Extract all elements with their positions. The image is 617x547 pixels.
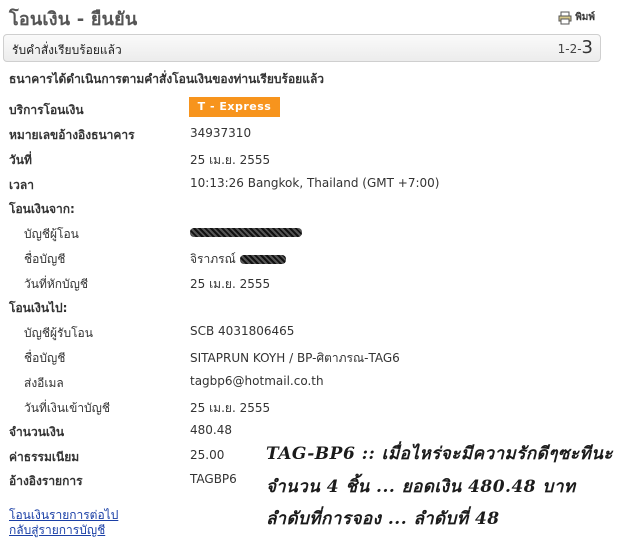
back-to-accounts-link[interactable]: กลับสู่รายการบัญชี [9,523,118,538]
note-ref-value: TAGBP6 [190,472,237,486]
debit-date-row: วันที่หักบัญชี 25 เม.ย. 2555 [0,275,617,295]
note-ref-label: อ้างอิงรายการ [9,474,83,488]
to-email-value: tagbp6@hotmail.co.th [190,374,324,388]
to-account-row: บัญชีผู้รับโอน SCB 4031806465 [0,324,617,344]
debit-date-value: 25 เม.ย. 2555 [190,277,271,291]
confirmation-notice: ธนาคารได้ดำเนินการตามคำสั่งโอนเงินของท่า… [9,72,325,86]
from-name-value: จิราภรณ์ [190,250,286,269]
handwritten-note-line2: จำนวน 4 ชิ้น ... ยอดเงิน 480.48 บาท [266,477,576,497]
from-heading-row: โอนเงินจาก: [0,200,617,220]
date-label: วันที่ [9,153,32,167]
print-label: พิมพ์ [575,12,595,23]
status-message: รับคำสั่งเรียบร้อยแล้ว [12,43,122,57]
to-heading: โอนเงินไป: [9,301,68,315]
time-label: เวลา [9,178,34,192]
to-account-value: SCB 4031806465 [190,324,295,338]
date-value: 25 เม.ย. 2555 [190,153,271,167]
status-bar: รับคำสั่งเรียบร้อยแล้ว 1-2-3 [3,34,601,62]
service-label: บริการโอนเงิน [9,103,84,117]
credit-date-value: 25 เม.ย. 2555 [190,401,271,415]
service-badge: T - Express [189,97,280,117]
debit-date-label: วันที่หักบัญชี [24,277,89,291]
credit-date-row: วันที่เงินเข้าบัญชี 25 เม.ย. 2555 [0,399,617,419]
page-title: โอนเงิน - ยืนยัน [9,9,138,30]
step-current: 3 [581,37,593,58]
amount-label: จำนวนเงิน [9,425,65,439]
to-heading-row: โอนเงินไป: [0,299,617,319]
reference-value: 34937310 [190,126,252,140]
from-name-redacted [239,255,286,264]
date-row: วันที่ 25 เม.ย. 2555 [0,151,617,171]
action-links: โอนเงินรายการต่อไป กลับสู่รายการบัญชี [9,508,118,538]
from-account-label: บัญชีผู้โอน [24,227,79,241]
fee-label: ค่าธรรมเนียม [9,450,80,464]
from-heading: โอนเงินจาก: [9,202,75,216]
to-name-row: ชื่อบัญชี SITAPRUN KOYH / BP-ศิตาภรณ-TAG… [0,349,617,369]
to-account-label: บัญชีผู้รับโอน [24,326,93,340]
reference-row: หมายเลขอ้างอิงธนาคาร 34937310 [0,126,617,146]
from-name-row: ชื่อบัญชี จิราภรณ์ [0,250,617,270]
amount-value: 480.48 [190,423,232,437]
from-name-visible: จิราภรณ์ [190,252,236,266]
to-name-label: ชื่อบัญชี [24,351,66,365]
credit-date-label: วันที่เงินเข้าบัญชี [24,401,111,415]
to-email-row: ส่งอีเมล tagbp6@hotmail.co.th [0,374,617,394]
to-email-label: ส่งอีเมล [24,376,64,390]
step-indicator: 1-2-3 [558,37,593,58]
service-row: บริการโอนเงิน T - Express [0,97,617,121]
step-prefix: 1-2- [557,42,582,56]
handwritten-note-line1: TAG-BP6 :: เมื่อไหร่จะมีความรักดีๆซะทีนะ [266,444,613,464]
from-name-label: ชื่อบัญชี [24,252,66,266]
from-account-redacted [190,225,302,239]
time-value: 10:13:26 Bangkok, Thailand (GMT +7:00) [190,176,440,190]
printer-icon [558,11,572,25]
reference-label: หมายเลขอ้างอิงธนาคาร [9,128,135,142]
time-row: เวลา 10:13:26 Bangkok, Thailand (GMT +7:… [0,176,617,196]
print-button[interactable]: พิมพ์ [558,10,595,25]
handwritten-note-line3: ลำดับที่การจอง ... ลำดับที่ 48 [266,509,500,529]
to-name-value: SITAPRUN KOYH / BP-ศิตาภรณ-TAG6 [190,351,400,365]
from-account-row: บัญชีผู้โอน [0,225,617,245]
next-transfer-link[interactable]: โอนเงินรายการต่อไป [9,508,118,523]
fee-value: 25.00 [190,448,225,462]
